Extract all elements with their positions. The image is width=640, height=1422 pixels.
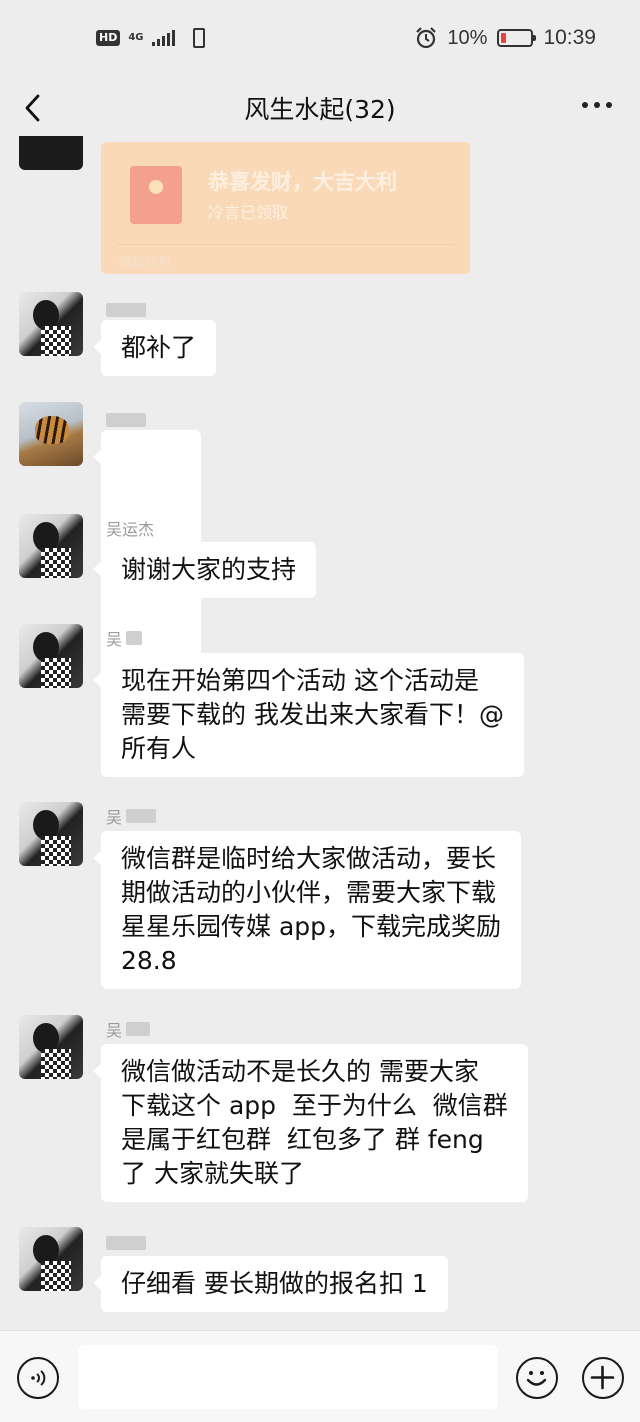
voice-icon[interactable] <box>17 1357 59 1399</box>
message-bubble[interactable]: 谢谢大家的支持 <box>92 542 317 598</box>
list-item: 吴 现在开始第四个活动 这个活动是 需要下载的 我发出来大家看下！@ 所有人 <box>0 624 640 789</box>
red-packet-status: 冷言已领取 <box>208 203 289 222</box>
chat-title: 风生水起(32) <box>244 95 396 124</box>
redacted-name <box>106 413 146 427</box>
avatar[interactable] <box>19 402 83 466</box>
sender-name-text: 吴 <box>106 1021 123 1040</box>
redacted-name <box>106 303 146 317</box>
input-bar <box>0 1330 640 1422</box>
sender-name <box>106 1233 146 1253</box>
battery-fill <box>501 33 507 43</box>
message-bubble[interactable]: 微信群是临时给大家做活动，要长 期做活动的小伙伴，需要大家下载 星星乐园传媒 a… <box>92 831 522 989</box>
avatar[interactable] <box>19 514 83 578</box>
message-input[interactable] <box>78 1345 498 1409</box>
status-left: HD 4G <box>96 28 205 48</box>
redacted-name <box>126 809 157 823</box>
message-bubble[interactable]: 微信做活动不是长久的 需要大家 下载这个 app 至于为什么 微信群 是属于红包… <box>93 1044 528 1202</box>
avatar[interactable] <box>19 136 83 170</box>
message-bubble[interactable]: 仔细看 要长期做的报名扣 1 <box>93 1256 448 1312</box>
sender-name: 吴 <box>106 628 143 649</box>
sender-name-text: 吴 <box>106 808 123 827</box>
status-bar: HD 4G 10% 10:39 <box>0 0 640 80</box>
redacted-name <box>126 1022 151 1036</box>
sim-icon <box>192 28 205 48</box>
red-packet-footer: 微信红包 <box>119 256 172 271</box>
alarm-icon <box>415 27 437 49</box>
more-dots-icon[interactable] <box>582 102 612 108</box>
sender-name: 吴运杰 <box>106 520 155 539</box>
red-packet-title: 恭喜发财，大吉大利 <box>208 170 397 194</box>
list-item: 仔细看 要长期做的报名扣 1 <box>0 1227 640 1327</box>
network-type: 4G <box>128 32 144 43</box>
avatar[interactable] <box>19 802 83 866</box>
signal-icon <box>151 30 175 46</box>
sender-name <box>106 410 146 430</box>
list-item: 都补了 <box>0 292 640 392</box>
sender-name: 吴 <box>106 806 157 827</box>
list-item: 吴 微信做活动不是长久的 需要大家 下载这个 app 至于为什么 微信群 是属于… <box>0 1015 640 1215</box>
emoji-icon[interactable] <box>516 1357 558 1399</box>
redacted-name <box>106 1236 146 1250</box>
avatar[interactable] <box>19 1015 83 1079</box>
message-bubble[interactable]: 现在开始第四个活动 这个活动是 需要下载的 我发出来大家看下！@ 所有人 <box>93 653 524 777</box>
divider <box>117 244 454 245</box>
hd-badge: HD <box>96 30 121 46</box>
status-right: 10% 10:39 <box>415 26 596 50</box>
red-packet-card[interactable]: 恭喜发财，大吉大利 冷言已领取 微信红包 <box>101 142 470 274</box>
battery-icon <box>497 29 537 47</box>
chat-list[interactable]: 恭喜发财，大吉大利 冷言已领取 微信红包 都补了 吴运杰 谢谢大家的支持 吴 现… <box>0 136 640 1330</box>
sender-name-text: 吴 <box>106 630 123 649</box>
list-item: 吴运杰 谢谢大家的支持 <box>0 514 640 614</box>
message-bubble[interactable]: 都补了 <box>92 320 217 376</box>
avatar[interactable] <box>19 624 83 688</box>
nav-bar: 风生水起(32) <box>0 80 640 136</box>
plus-icon[interactable] <box>582 1357 624 1399</box>
clock: 10:39 <box>543 26 596 49</box>
redacted-name <box>126 631 143 645</box>
list-item: 恭喜发财，大吉大利 冷言已领取 微信红包 <box>0 136 640 286</box>
list-item: 吴 微信群是临时给大家做活动，要长 期做活动的小伙伴，需要大家下载 星星乐园传媒… <box>0 802 640 1002</box>
sender-name: 吴 <box>106 1019 151 1040</box>
avatar[interactable] <box>19 1227 83 1291</box>
red-envelope-icon <box>130 166 182 224</box>
list-item <box>0 402 640 692</box>
battery-percent: 10% <box>447 26 488 49</box>
sender-name <box>106 300 146 320</box>
avatar[interactable] <box>19 292 83 356</box>
